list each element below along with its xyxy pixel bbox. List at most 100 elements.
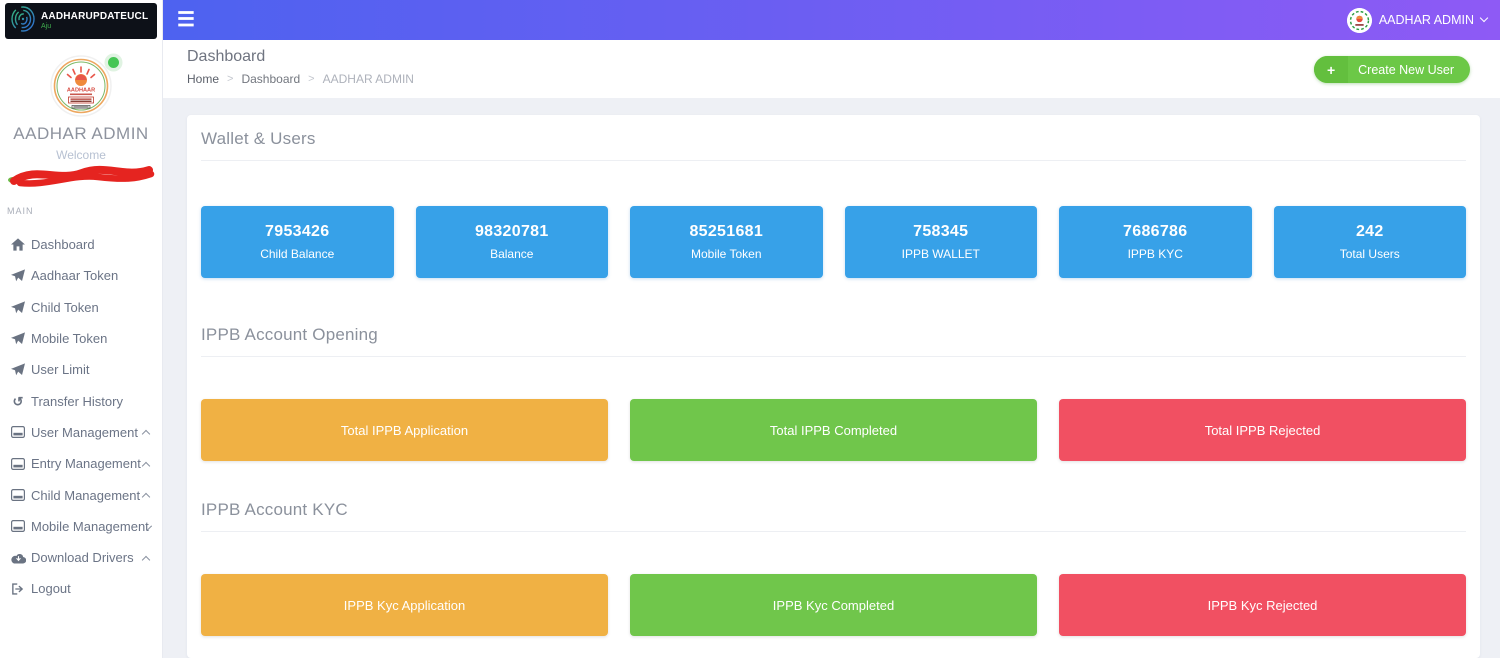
- sidebar-item-transfer-history[interactable]: ↺ Transfer History: [0, 385, 162, 416]
- banner-label: Total IPPB Rejected: [1205, 423, 1321, 438]
- banner-total-ippb-completed[interactable]: Total IPPB Completed: [630, 399, 1037, 461]
- page-title: Dashboard: [187, 48, 265, 66]
- svg-text:AADHAAR: AADHAAR: [67, 88, 95, 94]
- profile-welcome: Welcome: [0, 148, 162, 162]
- section-ippb-account-opening: IPPB Account Opening Total IPPB Applicat…: [201, 325, 1466, 461]
- page-header: Dashboard Home > Dashboard > AADHAR ADMI…: [163, 40, 1500, 98]
- aadhaar-logo-icon: AADHAAR: [50, 55, 112, 117]
- stat-value: 7953426: [265, 223, 329, 241]
- sidebar-item-dashboard[interactable]: Dashboard: [0, 229, 162, 260]
- brand-subtext: Aju: [41, 23, 148, 31]
- sidebar-item-label: Transfer History: [31, 394, 123, 409]
- breadcrumb-dashboard[interactable]: Dashboard: [241, 72, 300, 86]
- divider: [201, 160, 1466, 161]
- breadcrumb-separator: >: [227, 73, 233, 85]
- card-icon: [10, 520, 26, 532]
- sidebar-item-download-drivers[interactable]: Download Drivers: [0, 542, 162, 573]
- sidebar-item-label: Download Drivers: [31, 550, 134, 565]
- chevron-up-icon: [142, 555, 150, 563]
- card-icon: [10, 426, 26, 438]
- hamburger-icon[interactable]: ☰: [177, 10, 195, 30]
- section-ippb-account-kyc: IPPB Account KYC IPPB Kyc Application IP…: [201, 500, 1466, 636]
- banner-ippb-kyc-completed[interactable]: IPPB Kyc Completed: [630, 574, 1037, 636]
- section-title: IPPB Account KYC: [201, 500, 1466, 520]
- sidebar-item-mobile-management[interactable]: Mobile Management: [0, 511, 162, 542]
- sidebar-item-label: User Management: [31, 425, 138, 440]
- stat-value: 98320781: [475, 223, 549, 241]
- stat-label: IPPB WALLET: [902, 247, 980, 261]
- wallet-stats-row: 7953426 Child Balance 98320781 Balance 8…: [201, 206, 1466, 278]
- section-title: Wallet & Users: [201, 129, 1466, 149]
- stat-card-mobile-token: 85251681 Mobile Token: [630, 206, 823, 278]
- home-icon: [10, 238, 26, 251]
- sidebar-item-child-management[interactable]: Child Management: [0, 479, 162, 510]
- stat-value: 242: [1356, 223, 1384, 241]
- divider: [201, 356, 1466, 357]
- stat-card-total-users: 242 Total Users: [1274, 206, 1467, 278]
- brand-logo[interactable]: AADHARUPDATEUCL Aju: [5, 3, 157, 39]
- banner-label: Total IPPB Completed: [770, 423, 897, 438]
- sidebar-item-label: Mobile Management: [31, 519, 149, 534]
- banner-label: IPPB Kyc Rejected: [1208, 598, 1318, 613]
- banner-ippb-kyc-rejected[interactable]: IPPB Kyc Rejected: [1059, 574, 1466, 636]
- main-content-card: Wallet & Users 7953426 Child Balance 983…: [187, 115, 1480, 658]
- brand-name: AADHARUPDATEUCL: [41, 11, 148, 23]
- breadcrumb-separator: >: [308, 73, 314, 85]
- stat-card-ippb-wallet: 758345 IPPB WALLET: [845, 206, 1038, 278]
- sidebar-item-aadhaar-token[interactable]: Aadhaar Token: [0, 260, 162, 291]
- chevron-up-icon: [142, 461, 150, 469]
- send-icon: [10, 301, 26, 314]
- stat-label: Total Users: [1340, 247, 1400, 261]
- breadcrumb-current: AADHAR ADMIN: [323, 72, 414, 86]
- create-new-user-label: Create New User: [1358, 63, 1454, 77]
- sidebar-item-label: Dashboard: [31, 237, 95, 252]
- stat-label: Child Balance: [260, 247, 334, 261]
- stat-value: 85251681: [689, 223, 763, 241]
- profile-block: AADHAAR AADHAR ADMIN Welcome: [0, 55, 162, 188]
- sidebar-item-logout[interactable]: Logout: [0, 573, 162, 604]
- sidebar-item-user-management[interactable]: User Management: [0, 417, 162, 448]
- send-icon: [10, 269, 26, 282]
- sidebar-item-label: Logout: [31, 581, 71, 596]
- sidebar-item-child-token[interactable]: Child Token: [0, 292, 162, 323]
- banner-total-ippb-application[interactable]: Total IPPB Application: [201, 399, 608, 461]
- sidebar-item-entry-management[interactable]: Entry Management: [0, 448, 162, 479]
- avatar: AADHAAR: [49, 55, 113, 117]
- stat-label: Balance: [490, 247, 533, 261]
- breadcrumb-home[interactable]: Home: [187, 72, 219, 86]
- verified-dot-icon: [108, 57, 119, 68]
- fingerprint-icon: [10, 5, 36, 38]
- sidebar: AADHARUPDATEUCL Aju AADHAAR: [0, 0, 163, 658]
- ippb-opening-row: Total IPPB Application Total IPPB Comple…: [201, 399, 1466, 461]
- sidebar-item-user-limit[interactable]: User Limit: [0, 354, 162, 385]
- ippb-kyc-row: IPPB Kyc Application IPPB Kyc Completed …: [201, 574, 1466, 636]
- user-name: AADHAR ADMIN: [1379, 13, 1474, 27]
- sidebar-item-label: Entry Management: [31, 456, 141, 471]
- stat-label: IPPB KYC: [1128, 247, 1183, 261]
- stat-card-child-balance: 7953426 Child Balance: [201, 206, 394, 278]
- stat-card-ippb-kyc: 7686786 IPPB KYC: [1059, 206, 1252, 278]
- create-new-user-button[interactable]: + Create New User: [1314, 56, 1470, 83]
- profile-name: AADHAR ADMIN: [0, 124, 162, 144]
- banner-ippb-kyc-application[interactable]: IPPB Kyc Application: [201, 574, 608, 636]
- card-icon: [10, 489, 26, 501]
- chevron-down-icon: [1480, 14, 1488, 22]
- section-wallet-users: Wallet & Users 7953426 Child Balance 983…: [201, 129, 1466, 278]
- banner-total-ippb-rejected[interactable]: Total IPPB Rejected: [1059, 399, 1466, 461]
- section-title: IPPB Account Opening: [201, 325, 1466, 345]
- sidebar-item-label: Child Management: [31, 488, 140, 503]
- sidebar-item-mobile-token[interactable]: Mobile Token: [0, 323, 162, 354]
- stat-value: 758345: [913, 223, 968, 241]
- sidebar-nav: MAIN Dashboard Aadhaar Token Child Token…: [0, 206, 162, 605]
- banner-label: Total IPPB Application: [341, 423, 468, 438]
- banner-label: IPPB Kyc Application: [344, 598, 465, 613]
- divider: [201, 531, 1466, 532]
- sidebar-item-label: User Limit: [31, 362, 90, 377]
- stat-label: Mobile Token: [691, 247, 762, 261]
- user-menu[interactable]: AADHAR ADMIN: [1347, 0, 1487, 40]
- history-icon: ↺: [10, 395, 26, 408]
- chevron-up-icon: [142, 430, 150, 438]
- stat-card-balance: 98320781 Balance: [416, 206, 609, 278]
- banner-label: IPPB Kyc Completed: [773, 598, 894, 613]
- nav-section-label: MAIN: [0, 206, 162, 216]
